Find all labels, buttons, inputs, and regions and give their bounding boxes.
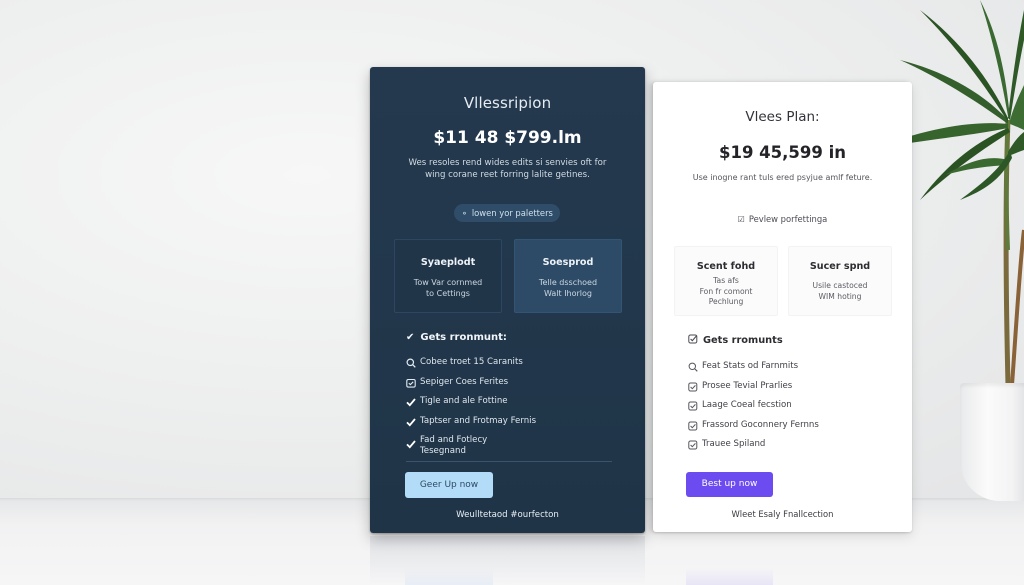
light-pricing-card: Vlees Plan: $19 45,599 in Use inogne ran… bbox=[653, 82, 912, 532]
option-subtitle: Tow Var cornmed to Cettings bbox=[413, 278, 483, 298]
plan-option-1[interactable]: Syaeplodt Tow Var cornmed to Cettings bbox=[394, 239, 502, 313]
button-reflection bbox=[686, 568, 773, 585]
option-subtitle: Telle dsschoed Walt Ihorlog bbox=[538, 278, 598, 298]
features-heading-label: Gets rromunts bbox=[703, 335, 783, 346]
plant-pot bbox=[960, 383, 1024, 501]
features-list: Cobee troet 15 Caranits Sepiger Coes Fer… bbox=[406, 357, 616, 461]
check-icon bbox=[406, 417, 416, 427]
feature-item: Feat Stats od Farnmits bbox=[688, 361, 898, 381]
plan-description: Use inogne rant tuls ered psyjue amlf fe… bbox=[692, 173, 873, 182]
search-icon bbox=[406, 358, 416, 368]
checkbox-icon bbox=[688, 334, 698, 344]
feature-label: Feat Stats od Farnmits bbox=[702, 361, 799, 371]
pill-label: lowen yor paletters bbox=[471, 208, 553, 218]
feature-label: Fad and Fotlecy Tesegnand bbox=[420, 435, 488, 456]
checkbox-icon bbox=[688, 421, 698, 430]
plan-option-2-selected[interactable]: Soesprod Telle dsschoed Walt Ihorlog bbox=[514, 239, 622, 313]
footer-text: Weulltetaod #ourfecton bbox=[456, 510, 559, 520]
plan-price: $19 45,599 in bbox=[718, 143, 846, 162]
feature-item: Fad and Fotlecy Tesegnand bbox=[406, 435, 616, 461]
plan-price: $11 48 $799.lm bbox=[433, 128, 582, 148]
feature-label: Tigle and ale Fottine bbox=[420, 396, 508, 406]
option-subtitle: Tas afs Fon fr comont Pechlung bbox=[699, 276, 753, 306]
feature-item: Frassord Goconnery Fernns bbox=[688, 420, 898, 440]
preview-link[interactable]: ☑ Pevlew porfettinga bbox=[653, 214, 912, 224]
feature-item: Taptser and Frotmay Fernis bbox=[406, 416, 616, 436]
dark-pricing-card: Vllessripion $11 48 $799.lm Wes resoles … bbox=[370, 67, 645, 533]
feature-item: Tigle and ale Fottine bbox=[406, 396, 616, 416]
feature-item: Cobee troet 15 Caranits bbox=[406, 357, 616, 377]
plan-title: Vllessripion bbox=[463, 94, 552, 112]
feature-label: Prosee Tevial Prarlies bbox=[702, 380, 793, 391]
features-heading: ✔ Gets rronmunt: bbox=[406, 332, 507, 343]
feature-label: Frassord Goconnery Fernns bbox=[702, 419, 819, 430]
option-subtitle: Usile castoced WIM hoting bbox=[812, 281, 868, 301]
option-title: Soesprod bbox=[542, 257, 594, 268]
check-icon bbox=[406, 440, 416, 449]
features-heading: Gets rromunts bbox=[688, 334, 783, 346]
checkbox-icon bbox=[688, 401, 698, 411]
checkbox-icon bbox=[688, 440, 698, 450]
option-title: Sucer spnd bbox=[809, 261, 871, 272]
sign-up-button[interactable]: Geer Up now bbox=[405, 472, 493, 498]
option-title: Scent fohd bbox=[696, 261, 756, 272]
feature-item: Prosee Tevial Prarlies bbox=[688, 381, 898, 401]
feature-item: Laage Coeal fecstion bbox=[688, 400, 898, 420]
feature-item: Sepiger Coes Ferites bbox=[406, 377, 616, 397]
feature-label: Laage Coeal fecstion bbox=[702, 400, 792, 410]
feature-label: Trauee Spiland bbox=[702, 439, 766, 449]
footer-text: Wleet Esaly Fnallcection bbox=[731, 509, 834, 519]
plan-option-2[interactable]: Sucer spnd Usile castoced WIM hoting bbox=[788, 246, 892, 316]
feature-label: Taptser and Frotmay Fernis bbox=[420, 415, 537, 426]
plant-stem bbox=[1004, 119, 1010, 251]
checkbox-icon bbox=[688, 382, 698, 391]
feature-label: Cobee troet 15 Caranits bbox=[420, 357, 523, 367]
calendar-icon bbox=[406, 378, 416, 388]
check-icon: ✔ bbox=[406, 332, 415, 343]
plan-option-1[interactable]: Scent fohd Tas afs Fon fr comont Pechlun… bbox=[674, 246, 778, 316]
features-heading-label: Gets rronmunt: bbox=[420, 332, 507, 343]
option-title: Syaeplodt bbox=[420, 257, 476, 268]
badge-icon: ⚬ bbox=[461, 209, 468, 218]
checkbox-icon: ☑ bbox=[737, 215, 745, 224]
plant-stem bbox=[1010, 229, 1024, 386]
check-icon bbox=[406, 398, 416, 407]
feature-item: Trauee Spiland bbox=[688, 439, 898, 459]
search-icon bbox=[688, 362, 698, 372]
features-list: Feat Stats od Farnmits Prosee Tevial Pra… bbox=[688, 361, 898, 459]
plan-description: Wes resoles rend wides edits si senvies … bbox=[408, 158, 607, 180]
divider bbox=[406, 461, 612, 462]
plan-pill-button[interactable]: ⚬ lowen yor paletters bbox=[454, 204, 560, 222]
sign-up-button[interactable]: Best up now bbox=[686, 472, 773, 497]
preview-link-label: Pevlew porfettinga bbox=[748, 214, 828, 224]
button-reflection bbox=[405, 568, 493, 585]
plan-title: Vlees Plan: bbox=[745, 109, 820, 125]
feature-label: Sepiger Coes Ferites bbox=[420, 376, 509, 387]
